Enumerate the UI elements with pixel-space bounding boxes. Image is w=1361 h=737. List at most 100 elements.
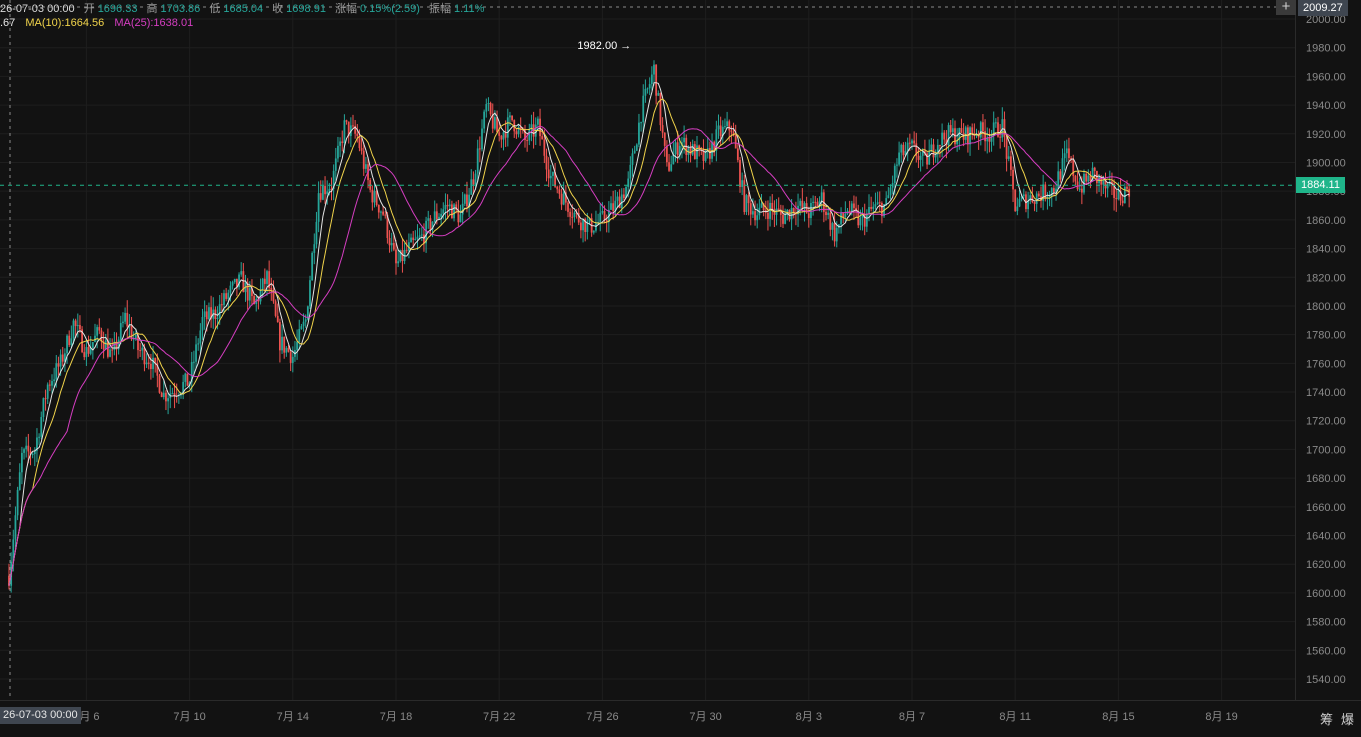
candle-body (949, 125, 952, 133)
candle-body (982, 122, 984, 132)
candle-body (474, 173, 477, 185)
candle-body (827, 212, 830, 216)
candle-body (461, 203, 464, 215)
candle-body (483, 111, 486, 129)
candle-body (160, 392, 163, 398)
candle-body (911, 140, 913, 144)
candle-body (661, 125, 664, 133)
y-tick-label: 1780.00 (1306, 330, 1346, 342)
candle-body (79, 325, 81, 330)
x-tick-label: 7月 22 (483, 711, 515, 723)
candle-body (526, 140, 529, 142)
candle-body (317, 193, 320, 222)
candle-body (1078, 188, 1081, 190)
candle-body (500, 135, 503, 140)
y-tick-label: 1580.00 (1306, 617, 1346, 629)
y-tick-label: 1820.00 (1306, 272, 1346, 284)
candle-body (756, 215, 759, 221)
candle-body (928, 151, 931, 165)
y-tick-label: 1560.00 (1306, 645, 1346, 657)
y-tick-label: 1800.00 (1306, 301, 1346, 313)
candle-body (541, 136, 544, 140)
candle-body (130, 325, 133, 340)
y-tick-label: 1600.00 (1306, 588, 1346, 600)
candle-body (988, 137, 991, 142)
candle-body (835, 228, 838, 242)
candle-body (549, 175, 552, 179)
candle-body (1005, 136, 1008, 159)
candle-body (537, 118, 539, 125)
candle-body (623, 194, 625, 199)
candle-body (390, 242, 393, 246)
candle-body (859, 217, 862, 226)
candle-body (644, 88, 647, 96)
candle-body (414, 238, 417, 241)
y-tick-label: 1720.00 (1306, 416, 1346, 428)
low-value: 1685.04 (223, 3, 264, 15)
candle-body (343, 120, 346, 143)
candle-body (674, 142, 677, 155)
candle-body (1128, 188, 1131, 197)
candle-body (595, 223, 597, 231)
candle-body (46, 384, 49, 399)
candle-body (872, 206, 875, 209)
price-axis[interactable]: 2000.001980.001960.001940.001920.001900.… (1295, 0, 1346, 700)
time-axis[interactable]: 7月 6 7月 10 7月 14 7月 18 7月 22 7月 26 7月 30 8月 3 8月… (0, 700, 1361, 724)
candle-body (1053, 188, 1055, 193)
candle-body (726, 121, 728, 127)
candle-body (618, 196, 621, 209)
candle-body (906, 142, 909, 151)
candle-body (302, 321, 305, 327)
candle-body (296, 341, 298, 350)
candle-body (666, 145, 668, 163)
candle-body (193, 361, 195, 363)
open-value: 1696.33 (97, 3, 138, 15)
candle-body (868, 206, 870, 214)
candle-body (44, 398, 47, 400)
candle-body (1126, 186, 1128, 189)
candle-body (375, 190, 378, 206)
change-value: 0.15%(2.59) (360, 3, 420, 15)
candle-body (1012, 169, 1014, 190)
last-price-tag: 1884.11 (1296, 177, 1345, 193)
candle-body (322, 185, 324, 200)
candle-body (481, 128, 483, 150)
candle-body (558, 189, 561, 194)
candle-body (941, 132, 943, 146)
candle-body (545, 155, 548, 170)
candle-body (1106, 184, 1109, 189)
candle-body (1037, 193, 1040, 197)
candle-body (891, 183, 894, 188)
candle-body (1115, 197, 1118, 200)
liquidation-button[interactable]: 爆 (1341, 709, 1354, 728)
candle-body (25, 445, 28, 450)
candle-body (55, 363, 58, 380)
candle-body (657, 93, 660, 96)
candle-body (1022, 194, 1025, 197)
ohlc-date: 26-07-03 00:00 (0, 3, 75, 15)
candle-body (603, 211, 606, 220)
candle-body (807, 213, 810, 219)
candle-body (139, 350, 142, 352)
candle-body (16, 489, 19, 516)
candle-body (943, 132, 946, 140)
candle-body (300, 326, 303, 329)
candle-body (782, 214, 784, 224)
candle-body (433, 211, 436, 222)
candle-body (382, 211, 384, 215)
price-chart[interactable]: 2000.001980.001960.001940.001920.001900.… (0, 0, 1361, 737)
chips-button[interactable]: 筹 (1320, 709, 1333, 728)
candle-body (341, 141, 344, 143)
candle-body (412, 237, 415, 241)
candle-body (515, 131, 518, 135)
candle-body (248, 288, 251, 301)
candle-body (971, 127, 974, 134)
candle-body (53, 379, 56, 382)
crosshair-price-tag: 2009.27 (1298, 0, 1348, 16)
plus-icon[interactable]: + (1276, 0, 1296, 15)
candle-body (18, 472, 21, 490)
candle-body (676, 142, 679, 156)
candle-body (1010, 156, 1012, 170)
candle-body (1065, 148, 1068, 154)
candle-body (74, 320, 77, 327)
